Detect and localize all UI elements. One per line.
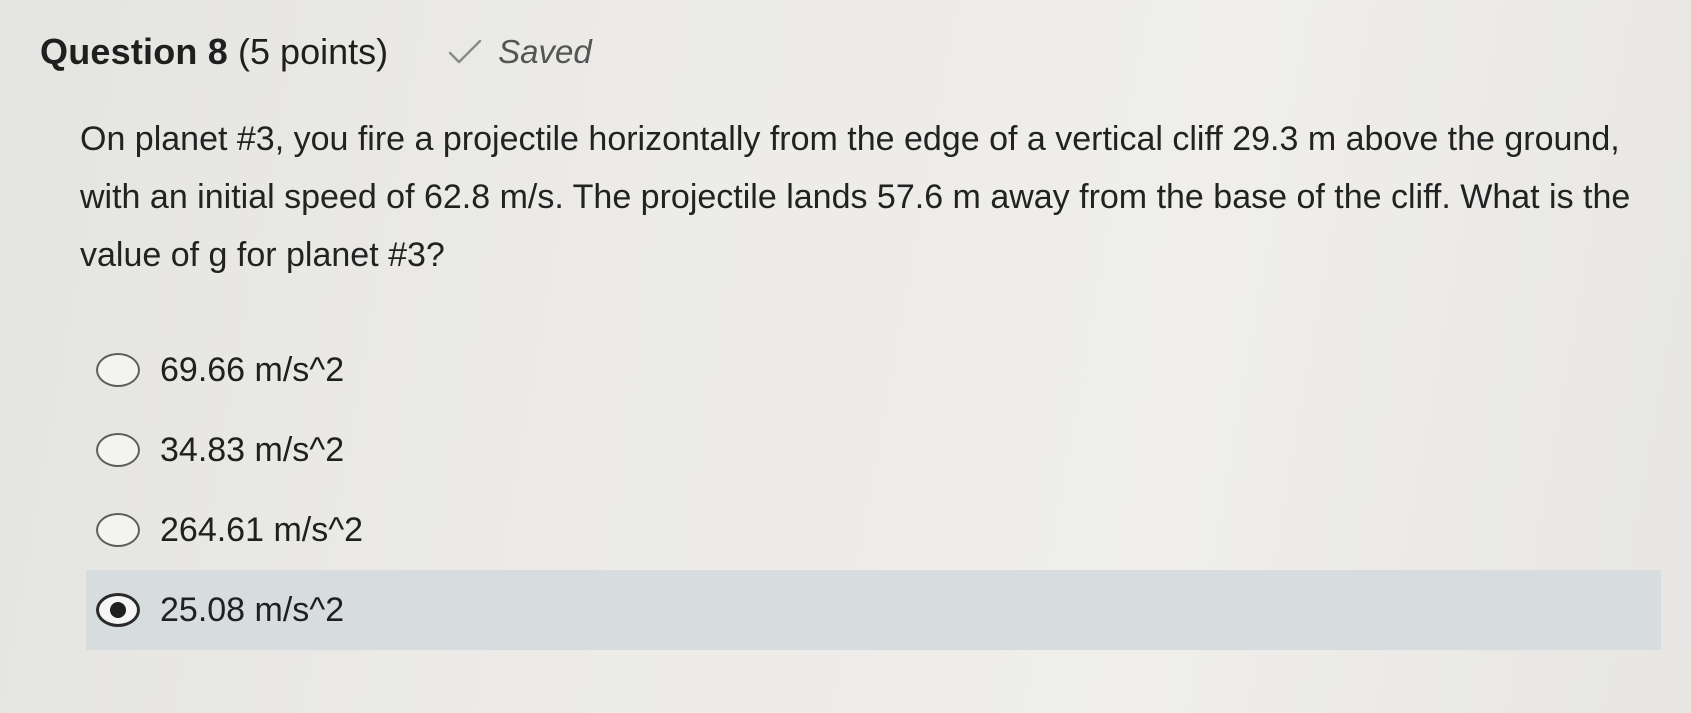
option-3[interactable]: 264.61 m/s^2	[86, 490, 1656, 570]
question-title: Question 8	[40, 31, 229, 72]
option-label[interactable]: 25.08 m/s^2	[160, 591, 344, 630]
option-4-selected[interactable]: 25.08 m/s^2	[86, 570, 1661, 650]
question-header: Question 8 (5 points) Saved	[40, 22, 592, 82]
option-label[interactable]: 34.83 m/s^2	[160, 431, 344, 470]
radio-button[interactable]	[96, 513, 140, 547]
saved-status: Saved	[446, 33, 592, 71]
answer-options: 69.66 m/s^2 34.83 m/s^2 264.61 m/s^2 25.…	[86, 330, 1661, 650]
radio-dot-icon	[110, 602, 126, 618]
option-label[interactable]: 264.61 m/s^2	[160, 511, 363, 550]
saved-label: Saved	[498, 33, 592, 70]
radio-button[interactable]	[96, 433, 140, 467]
checkmark-icon	[446, 37, 484, 67]
question-text: On planet #3, you fire a projectile hori…	[80, 120, 1631, 274]
radio-button[interactable]	[96, 353, 140, 387]
radio-button-selected[interactable]	[96, 593, 140, 627]
option-label[interactable]: 69.66 m/s^2	[160, 351, 344, 390]
option-2[interactable]: 34.83 m/s^2	[86, 410, 1656, 490]
question-points: (5 points)	[238, 31, 389, 72]
quiz-page: Question 8 (5 points) Saved On planet #3…	[0, 0, 1691, 713]
option-1[interactable]: 69.66 m/s^2	[86, 330, 1656, 410]
